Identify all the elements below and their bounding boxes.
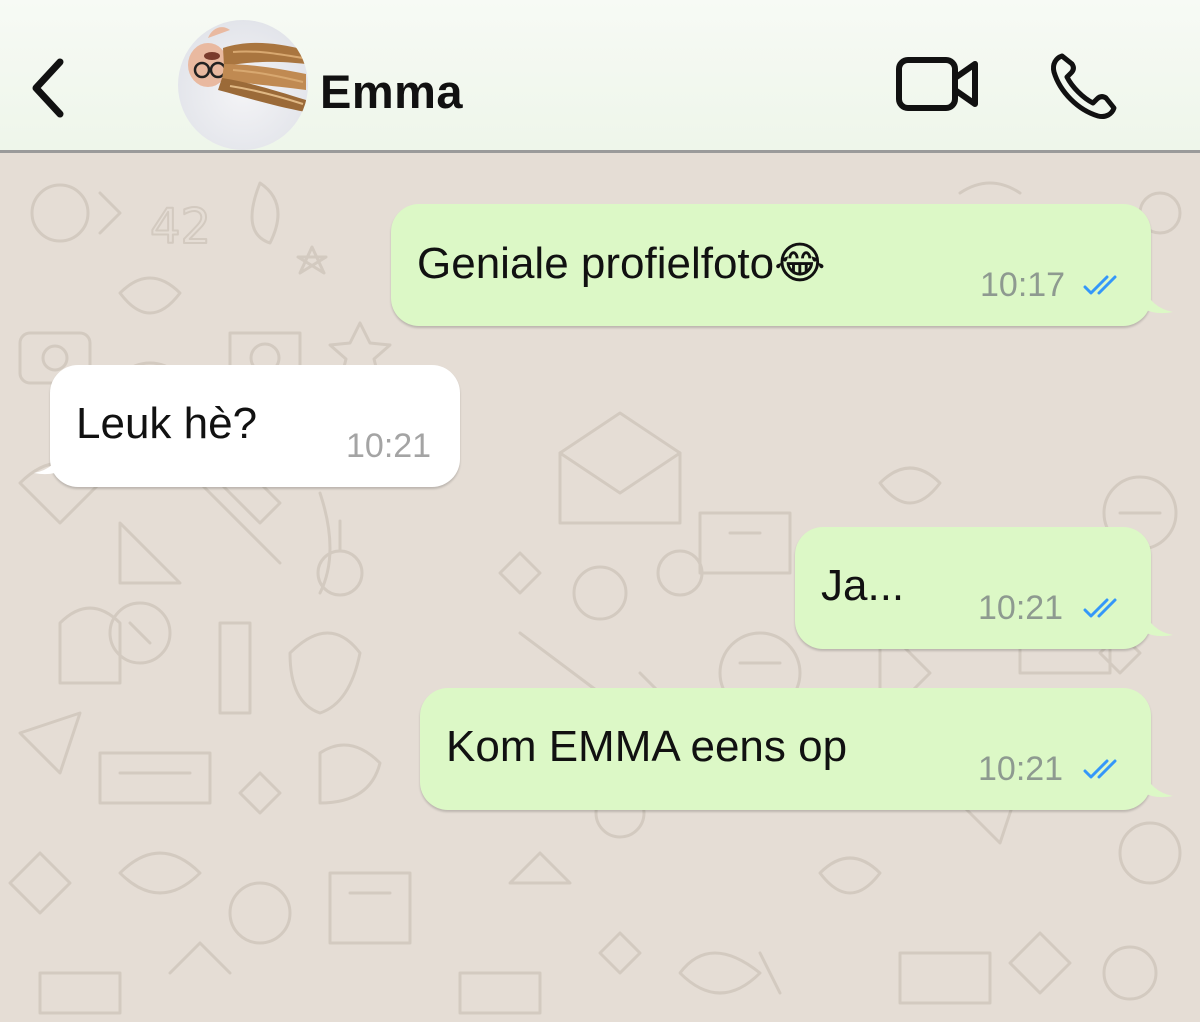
svg-text:42: 42: [150, 199, 211, 255]
video-call-button[interactable]: [893, 52, 983, 116]
bubble-tail: [1143, 609, 1173, 637]
chat-header: Emma: [0, 0, 1200, 153]
message-text: Leuk hè?: [76, 399, 258, 448]
message-text: Ja...: [821, 561, 905, 610]
read-receipt-icon: [1083, 598, 1117, 618]
bubble-tail: [1143, 770, 1173, 798]
read-receipt-icon: [1083, 275, 1117, 295]
tears-of-joy-emoji: 😂: [774, 239, 826, 288]
contact-avatar[interactable]: [178, 20, 308, 150]
message-bubble[interactable]: Leuk hè? 10:21: [34, 365, 460, 487]
video-camera-icon: [896, 57, 978, 111]
message-text: Kom EMMA eens op: [446, 722, 848, 771]
message-list[interactable]: 42 Geniale profielfoto😂 10:17 Leuk hè? 1…: [0, 153, 1200, 1022]
back-button[interactable]: [18, 48, 78, 128]
phone-icon: [1051, 53, 1117, 119]
message-bubble[interactable]: Ja... 10:21: [795, 527, 1173, 649]
message-time: 10:17: [980, 266, 1066, 304]
bubble-tail: [34, 447, 64, 475]
message-bubble[interactable]: Geniale profielfoto😂 10:17: [391, 204, 1173, 326]
message-text-content: Geniale profielfoto: [417, 239, 775, 288]
profile-photo: [188, 27, 306, 112]
message-time: 10:21: [978, 589, 1064, 627]
chevron-left-icon: [32, 58, 64, 118]
message-bubble[interactable]: Kom EMMA eens op 10:21: [420, 688, 1173, 810]
message-time: 10:21: [346, 427, 432, 465]
message-time: 10:21: [978, 750, 1064, 788]
read-receipt-icon: [1083, 759, 1117, 779]
bubble-tail: [1143, 286, 1173, 314]
contact-name[interactable]: Emma: [320, 64, 463, 119]
voice-call-button[interactable]: [1048, 50, 1120, 122]
chat-screen: Emma 42 Geniale profielfoto😂 10:17 Leuk …: [0, 0, 1200, 1022]
message-text: Geniale profielfoto😂: [417, 238, 826, 289]
